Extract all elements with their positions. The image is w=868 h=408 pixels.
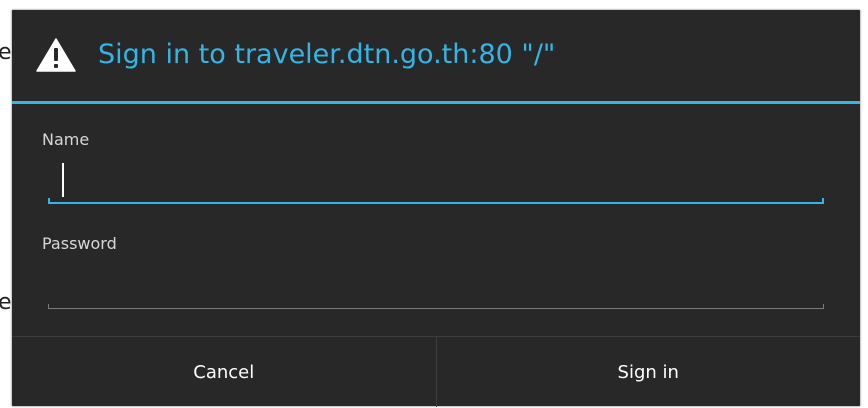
text-cursor xyxy=(62,163,64,197)
dialog-button-bar: Cancel Sign in xyxy=(12,336,860,407)
password-input-underline xyxy=(48,304,824,309)
cancel-button[interactable]: Cancel xyxy=(12,337,436,407)
password-input[interactable] xyxy=(48,268,824,308)
warning-icon xyxy=(36,38,76,72)
password-label: Password xyxy=(42,234,117,253)
name-input[interactable] xyxy=(48,163,824,203)
dialog-title: Sign in to traveler.dtn.go.th:80 "/" xyxy=(98,39,556,70)
background-text-fragment: e xyxy=(0,40,12,65)
name-label: Name xyxy=(42,130,90,149)
sign-in-button[interactable]: Sign in xyxy=(437,337,861,407)
background-text-fragment: e xyxy=(0,290,12,315)
name-input-underline xyxy=(48,198,824,204)
title-divider xyxy=(12,101,860,104)
sign-in-dialog: Sign in to traveler.dtn.go.th:80 "/" Nam… xyxy=(12,10,860,407)
dialog-title-bar: Sign in to traveler.dtn.go.th:80 "/" xyxy=(12,10,860,101)
